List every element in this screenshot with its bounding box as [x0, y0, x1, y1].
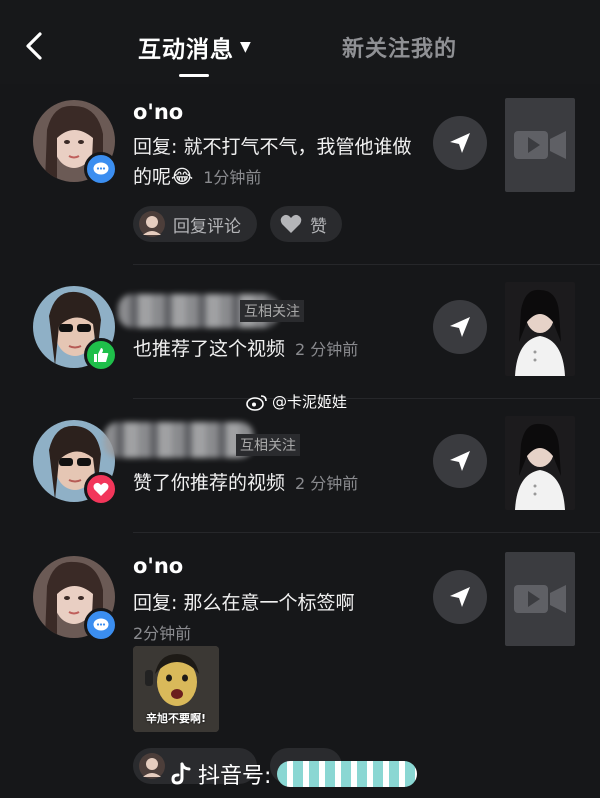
tab-active-indicator	[179, 74, 209, 77]
timestamp: 2分钟前	[133, 624, 192, 643]
reply-comment-button[interactable]: 回复评论	[133, 206, 257, 242]
divider	[133, 264, 600, 265]
video-thumbnail[interactable]	[505, 282, 575, 376]
like-badge-icon	[84, 338, 118, 372]
redacted-id	[277, 761, 418, 787]
like-button[interactable]: 赞	[270, 206, 342, 242]
share-icon	[450, 133, 470, 153]
weibo-icon	[246, 394, 267, 411]
video-thumbnail[interactable]	[505, 416, 575, 510]
redacted-username	[104, 422, 254, 458]
message-text: 回复: 那么在意一个标签啊	[133, 592, 355, 614]
video-thumbnail[interactable]	[505, 98, 575, 192]
list-item[interactable]: 互相关注 也推荐了这个视频 2 分钟前	[0, 280, 600, 398]
message-text: 也推荐了这个视频 2 分钟前	[133, 338, 359, 360]
share-button[interactable]	[433, 116, 487, 170]
comment-badge-icon	[84, 608, 118, 642]
tab-new-followers[interactable]: 新关注我的	[342, 31, 457, 63]
share-button[interactable]	[433, 434, 487, 488]
list-item[interactable]: o'no 回复: 那么在意一个标签啊 2分钟前 辛旭不要啊!	[0, 550, 600, 750]
back-arrow-icon[interactable]	[18, 28, 54, 64]
share-icon	[450, 587, 470, 607]
video-icon	[514, 585, 566, 613]
tab-interactions-label: 互动消息	[138, 37, 234, 63]
username[interactable]: o'no	[133, 554, 183, 578]
username[interactable]: o'no	[133, 100, 183, 124]
message-text: 回复: 就不打气不气，我管他谁做的呢😂 1分钟前	[133, 136, 412, 188]
list-item[interactable]: 互相关注 赞了你推荐的视频 2 分钟前	[0, 414, 600, 532]
sticker-caption: 辛旭不要啊!	[145, 712, 207, 725]
list-item[interactable]: o'no 回复: 就不打气不气，我管他谁做的呢😂 1分钟前 回复评论 赞	[0, 96, 600, 266]
mutual-follow-tag: 互相关注	[236, 434, 300, 456]
watermark: @卡泥姬娃	[246, 391, 347, 412]
share-icon	[450, 451, 470, 471]
video-thumbnail[interactable]	[505, 552, 575, 646]
heart-badge-icon	[84, 472, 118, 506]
caret-down-icon: ▼	[240, 39, 252, 55]
top-bar: 互动消息 ▼ 新关注我的	[0, 0, 600, 84]
share-button[interactable]	[433, 300, 487, 354]
mutual-follow-tag: 互相关注	[240, 300, 304, 322]
douyin-logo-icon	[171, 762, 191, 785]
tab-interactions[interactable]: 互动消息 ▼	[138, 30, 252, 64]
comment-badge-icon	[84, 152, 118, 186]
share-button[interactable]	[433, 570, 487, 624]
douyin-id-watermark: 抖音号:	[170, 758, 418, 790]
divider	[133, 398, 600, 399]
avatar	[139, 211, 165, 237]
share-icon	[450, 317, 470, 337]
divider	[133, 532, 600, 533]
heart-icon	[280, 214, 302, 233]
video-icon	[514, 131, 566, 159]
sticker-image[interactable]: 辛旭不要啊!	[133, 646, 219, 732]
message-text: 赞了你推荐的视频 2 分钟前	[133, 472, 359, 494]
avatar	[139, 753, 165, 779]
